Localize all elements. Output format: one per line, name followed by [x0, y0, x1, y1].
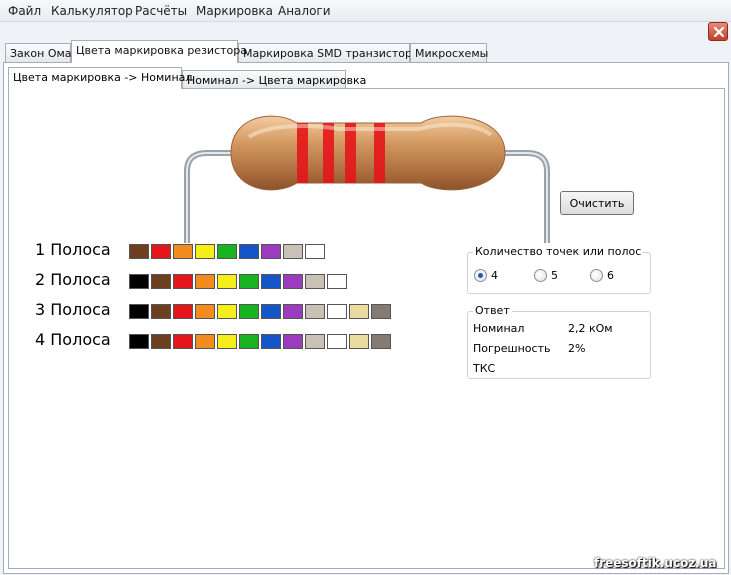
color-swatch-3-1[interactable]: [129, 304, 149, 319]
subtab-color-to-value[interactable]: Цвета маркировка -> Номинал: [8, 67, 192, 89]
tolerance-value: 2%: [568, 342, 586, 355]
app-window: Файл Калькулятор Расчёты Маркировка Анал…: [0, 0, 731, 575]
color-swatch-2-1[interactable]: [129, 274, 149, 289]
radio-4-bands[interactable]: [474, 269, 487, 282]
band-3-label: 3 Полоса: [35, 300, 111, 319]
radio-4-label: 4: [491, 269, 498, 282]
color-swatch-3-9[interactable]: [305, 304, 325, 319]
watermark: freesoftik.ucoz.ua: [594, 556, 717, 570]
color-swatch-3-3[interactable]: [173, 304, 193, 319]
color-swatch-4-1[interactable]: [129, 334, 149, 349]
menu-analogs[interactable]: Аналоги: [278, 4, 331, 18]
menu-calculations[interactable]: Расчёты: [135, 4, 187, 18]
color-swatch-3-7[interactable]: [261, 304, 281, 319]
tab-ohms-law[interactable]: Закон Ома: [5, 43, 72, 63]
color-swatch-1-6[interactable]: [239, 244, 259, 259]
color-swatch-2-6[interactable]: [239, 274, 259, 289]
color-swatch-4-11[interactable]: [349, 334, 369, 349]
clear-button[interactable]: Очистить: [560, 191, 634, 215]
tab-microchips[interactable]: Микросхемы: [410, 43, 488, 63]
resistor-band-3: [345, 123, 356, 183]
menu-marking[interactable]: Маркировка: [196, 4, 273, 18]
color-swatch-4-9[interactable]: [305, 334, 325, 349]
tolerance-label: Погрешность: [473, 342, 551, 355]
nominal-value: 2,2 кОм: [568, 322, 613, 335]
color-swatch-2-4[interactable]: [195, 274, 215, 289]
color-swatch-1-1[interactable]: [129, 244, 149, 259]
color-swatch-3-4[interactable]: [195, 304, 215, 319]
color-swatch-3-5[interactable]: [217, 304, 237, 319]
menu-calculator[interactable]: Калькулятор: [51, 4, 133, 18]
color-swatch-1-7[interactable]: [261, 244, 281, 259]
band-count-group: Количество точек или полос 4 5 6: [467, 245, 651, 294]
color-swatch-2-2[interactable]: [151, 274, 171, 289]
color-swatch-3-11[interactable]: [349, 304, 369, 319]
color-swatch-2-8[interactable]: [283, 274, 303, 289]
radio-6-bands[interactable]: [590, 269, 603, 282]
color-swatch-2-5[interactable]: [217, 274, 237, 289]
color-swatch-4-3[interactable]: [173, 334, 193, 349]
resistor-band-4: [374, 123, 385, 183]
resistor-illustration: [184, 115, 550, 243]
color-swatch-4-5[interactable]: [217, 334, 237, 349]
color-swatch-1-4[interactable]: [195, 244, 215, 259]
tab-resistor-color-code[interactable]: Цвета маркировка резистора: [71, 40, 247, 63]
color-swatch-4-7[interactable]: [261, 334, 281, 349]
color-swatch-4-4[interactable]: [195, 334, 215, 349]
radio-6-label: 6: [607, 269, 614, 282]
color-to-value-panel: 1 Полоса 2 Полоса 3 Полоса 4 Полоса Очис…: [8, 88, 725, 569]
tab-smd-transistor-marking[interactable]: Маркировка SMD транзисторов: [238, 43, 425, 63]
color-swatch-1-2[interactable]: [151, 244, 171, 259]
color-swatch-3-2[interactable]: [151, 304, 171, 319]
resistor-band-2: [323, 123, 334, 183]
band-count-title: Количество точек или полос: [473, 245, 644, 258]
nominal-label: Номинал: [473, 322, 525, 335]
color-swatch-4-12[interactable]: [371, 334, 391, 349]
radio-5-bands[interactable]: [534, 269, 547, 282]
color-swatch-1-3[interactable]: [173, 244, 193, 259]
subtab-value-to-color[interactable]: Номинал -> Цвета маркировка: [182, 70, 366, 89]
color-swatch-1-5[interactable]: [217, 244, 237, 259]
menu-bar: Файл Калькулятор Расчёты Маркировка Анал…: [0, 0, 731, 22]
answer-title: Ответ: [473, 304, 512, 317]
radio-5-label: 5: [551, 269, 558, 282]
menu-file[interactable]: Файл: [8, 4, 41, 18]
band-1-label: 1 Полоса: [35, 240, 111, 259]
color-swatch-3-10[interactable]: [327, 304, 347, 319]
resistor-band-1: [297, 123, 308, 183]
color-swatch-3-12[interactable]: [371, 304, 391, 319]
color-swatch-4-10[interactable]: [327, 334, 347, 349]
color-swatch-4-2[interactable]: [151, 334, 171, 349]
color-swatch-4-8[interactable]: [283, 334, 303, 349]
answer-group: Ответ Номинал 2,2 кОм Погрешность 2% ТКС: [467, 304, 651, 379]
color-swatch-4-6[interactable]: [239, 334, 259, 349]
close-icon: [713, 26, 725, 38]
band-2-label: 2 Полоса: [35, 270, 111, 289]
color-swatch-1-8[interactable]: [283, 244, 303, 259]
color-swatch-3-8[interactable]: [283, 304, 303, 319]
color-swatch-2-10[interactable]: [327, 274, 347, 289]
tks-label: ТКС: [473, 362, 496, 375]
color-swatch-2-7[interactable]: [261, 274, 281, 289]
color-swatch-2-9[interactable]: [305, 274, 325, 289]
close-button[interactable]: [708, 22, 728, 41]
color-swatch-1-9[interactable]: [305, 244, 325, 259]
color-swatch-2-3[interactable]: [173, 274, 193, 289]
color-swatch-3-6[interactable]: [239, 304, 259, 319]
band-4-label: 4 Полоса: [35, 330, 111, 349]
resistor-color-code-panel: Цвета маркировка -> Номинал Номинал -> Ц…: [3, 62, 729, 574]
